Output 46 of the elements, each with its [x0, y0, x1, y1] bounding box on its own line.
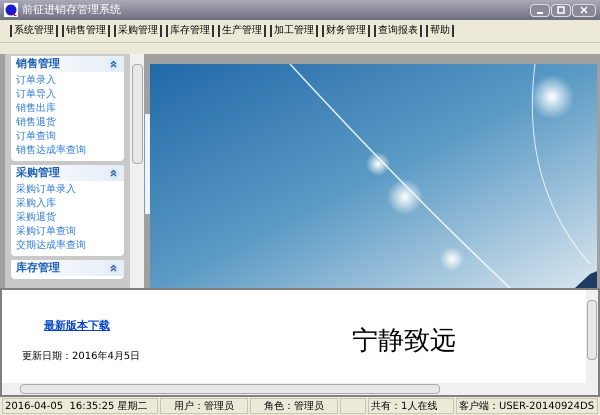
nav-link[interactable]: 销售退货: [16, 116, 56, 130]
minimize-button[interactable]: [530, 4, 550, 16]
maximize-button[interactable]: [551, 4, 571, 16]
status-panel: [340, 398, 366, 414]
menu-item[interactable]: 生产管理: [218, 25, 266, 37]
menu-item[interactable]: 查询报表: [374, 25, 422, 37]
menu-item[interactable]: 加工管理: [270, 25, 318, 37]
horizontal-scrollbar[interactable]: [2, 383, 598, 395]
vertical-scrollbar[interactable]: [586, 290, 598, 383]
nav-link[interactable]: 采购订单查询: [16, 225, 76, 239]
nav-link[interactable]: 采购入库: [16, 197, 56, 211]
nav-link[interactable]: 销售出库: [16, 102, 56, 116]
menu-item[interactable]: 库存管理: [166, 25, 214, 37]
status-field: 客户端：USER-20140924DS: [456, 398, 598, 414]
menu-item[interactable]: 销售管理: [62, 25, 110, 37]
update-date: 更新日期：2016年4月5日: [22, 350, 142, 364]
nav-link[interactable]: 订单录入: [16, 74, 56, 88]
close-icon: [580, 6, 588, 14]
nav-link[interactable]: 采购退货: [16, 211, 56, 225]
collapse-chevron-icon[interactable]: [108, 262, 119, 274]
menu-item[interactable]: 采购管理: [114, 25, 162, 37]
nav-link[interactable]: 交期达成率查询: [16, 239, 86, 253]
nav-link[interactable]: 销售达成率查询: [16, 144, 86, 158]
collapse-chevron-icon[interactable]: [108, 58, 119, 70]
vertical-scrollbar[interactable]: [130, 54, 144, 288]
nav-link[interactable]: 订单导入: [16, 88, 56, 102]
motto-text: 宁静致远: [352, 325, 456, 358]
menu-item[interactable]: 系统管理: [10, 25, 58, 37]
scrollbar-thumb[interactable]: [132, 64, 142, 164]
scrollbar-thumb[interactable]: [587, 300, 597, 360]
menu-item[interactable]: 帮助: [426, 25, 454, 37]
download-link[interactable]: 最新版本下载: [44, 318, 110, 334]
status-field: 角色：管理员: [250, 398, 338, 414]
close-button[interactable]: [572, 4, 596, 16]
status-field: 用户：管理员: [160, 398, 248, 414]
maximize-icon: [557, 6, 565, 14]
splitter-handle[interactable]: [144, 114, 150, 214]
scrollbar-thumb[interactable]: [20, 384, 440, 394]
menu-item[interactable]: 财务管理: [322, 25, 370, 37]
window-title: 前征进销存管理系统: [22, 2, 121, 18]
app-logo-icon: [4, 3, 18, 17]
collapse-chevron-icon[interactable]: [108, 168, 119, 178]
status-field: 2016-04-05 16:35:25 星期二: [2, 398, 158, 414]
status-field: 共有：1人在线: [368, 398, 454, 414]
nav-link[interactable]: 订单查询: [16, 130, 56, 144]
nav-link[interactable]: 采购订单录入: [16, 183, 76, 197]
